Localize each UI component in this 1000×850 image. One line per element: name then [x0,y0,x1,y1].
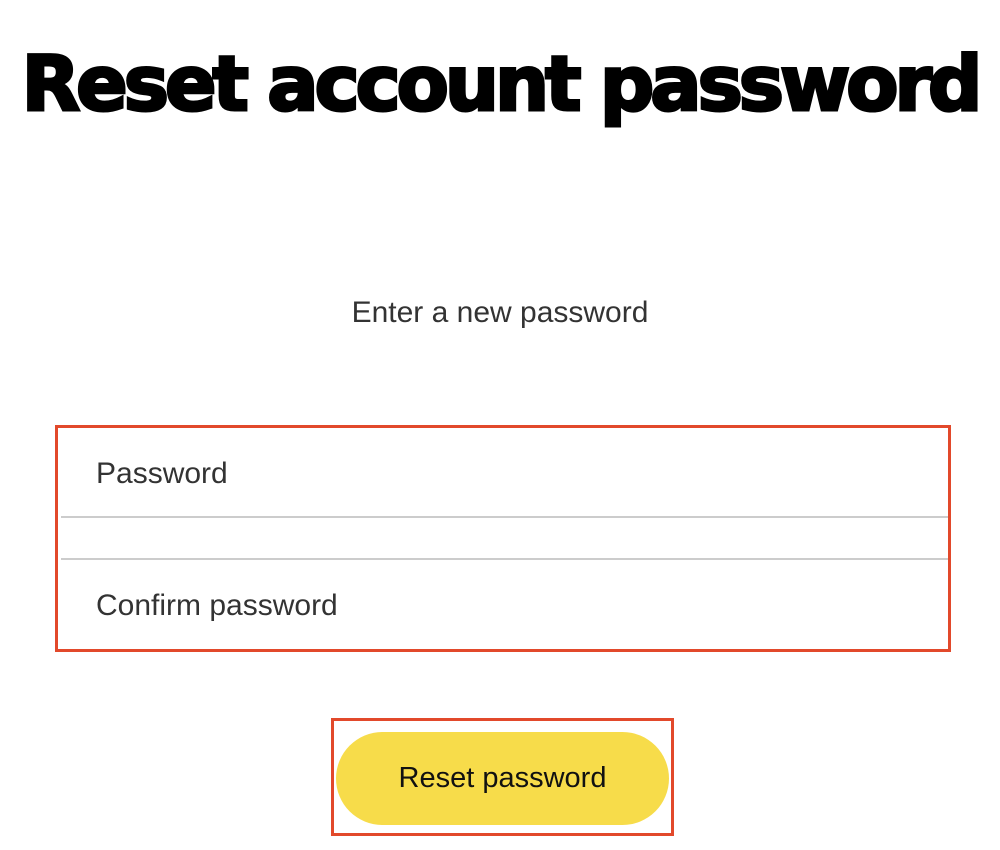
password-field [61,428,948,518]
page-subtitle: Enter a new password [351,296,649,329]
page-title: Reset account password [20,38,984,130]
reset-button-highlight: Reset password [331,718,674,836]
reset-password-button[interactable]: Reset password [336,732,669,825]
confirm-password-input[interactable] [61,560,948,649]
field-separator [61,518,948,560]
confirm-password-field [61,560,948,649]
password-fields-group [55,425,951,652]
password-input[interactable] [61,428,948,516]
